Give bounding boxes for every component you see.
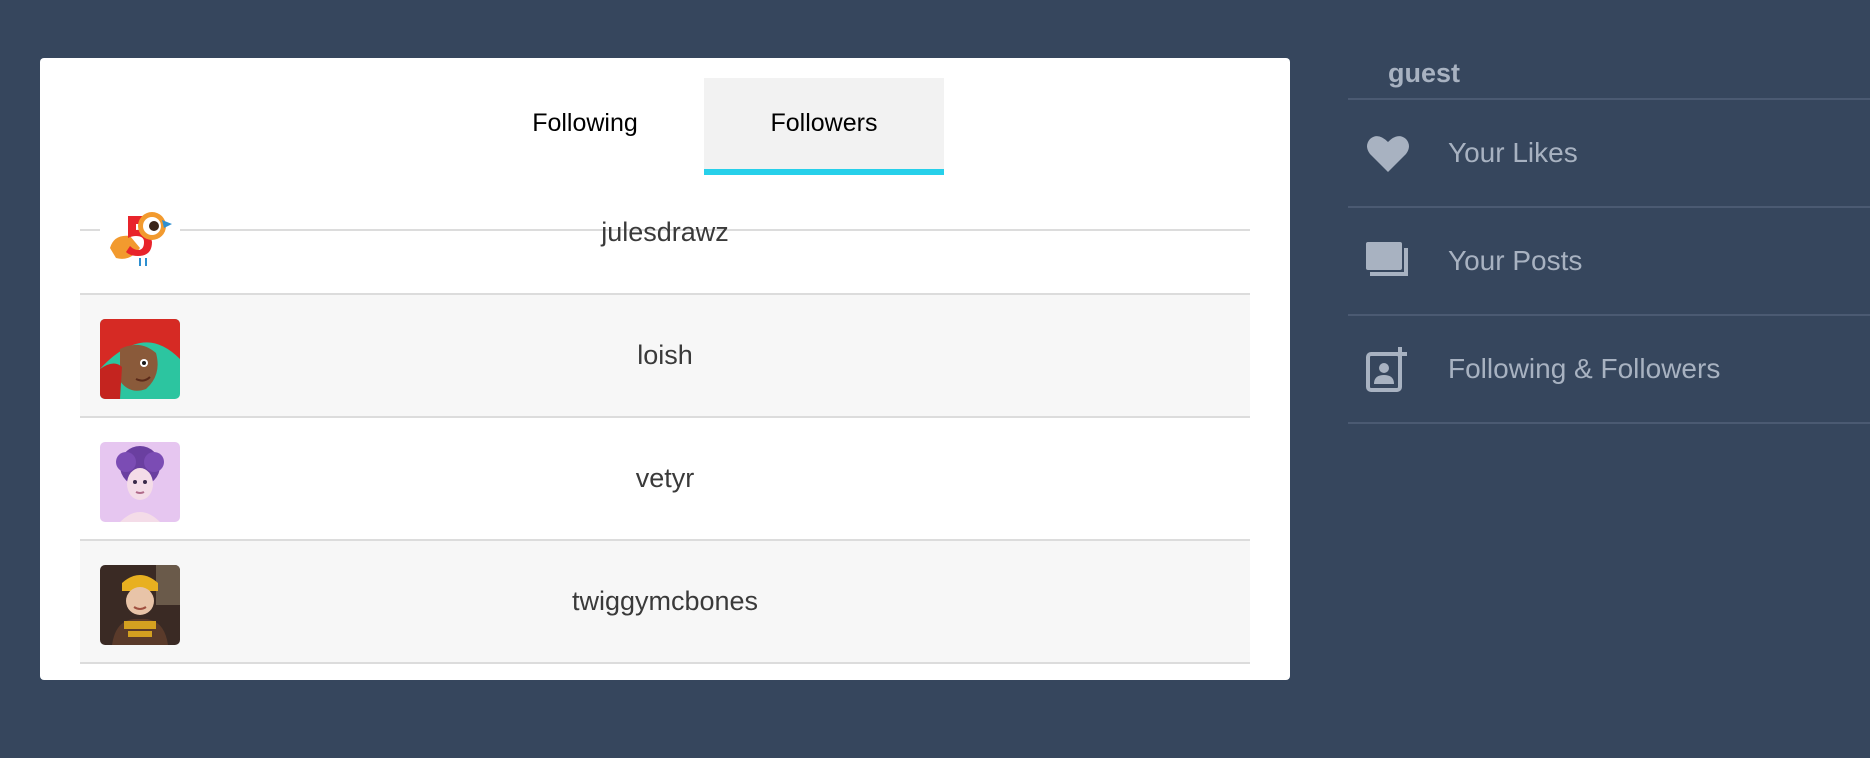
sidebar-item-label: Your Posts xyxy=(1448,245,1583,276)
username-label: guest xyxy=(1348,50,1870,100)
posts-stack-icon xyxy=(1362,236,1414,288)
tab-following[interactable]: Following xyxy=(465,78,705,169)
follower-name[interactable]: loish xyxy=(80,295,1250,416)
follower-name[interactable]: julesdrawz xyxy=(80,172,1250,293)
list-item[interactable]: vetyr xyxy=(80,418,1250,541)
tab-followers[interactable]: Followers xyxy=(704,78,944,175)
followers-list: julesdrawz loish vetyr twiggymcbones xyxy=(80,172,1250,664)
add-contact-icon xyxy=(1362,344,1414,396)
list-item[interactable]: julesdrawz xyxy=(80,172,1250,295)
follower-name[interactable]: vetyr xyxy=(80,418,1250,539)
sidebar-item-label: Following & Followers xyxy=(1448,353,1721,384)
heart-icon xyxy=(1362,128,1414,180)
sidebar-item-posts[interactable]: Your Posts xyxy=(1348,208,1870,316)
account-sidebar: guest Your Likes Your Posts Following & … xyxy=(1348,50,1870,424)
followers-panel: Following Followers julesdrawz loish vet… xyxy=(40,58,1290,680)
sidebar-item-label: Your Likes xyxy=(1448,137,1578,168)
sidebar-item-following-followers[interactable]: Following & Followers xyxy=(1348,316,1870,424)
list-item[interactable]: loish xyxy=(80,295,1250,418)
follower-name[interactable]: twiggymcbones xyxy=(80,541,1250,662)
list-item[interactable]: twiggymcbones xyxy=(80,541,1250,664)
sidebar-item-likes[interactable]: Your Likes xyxy=(1348,100,1870,208)
